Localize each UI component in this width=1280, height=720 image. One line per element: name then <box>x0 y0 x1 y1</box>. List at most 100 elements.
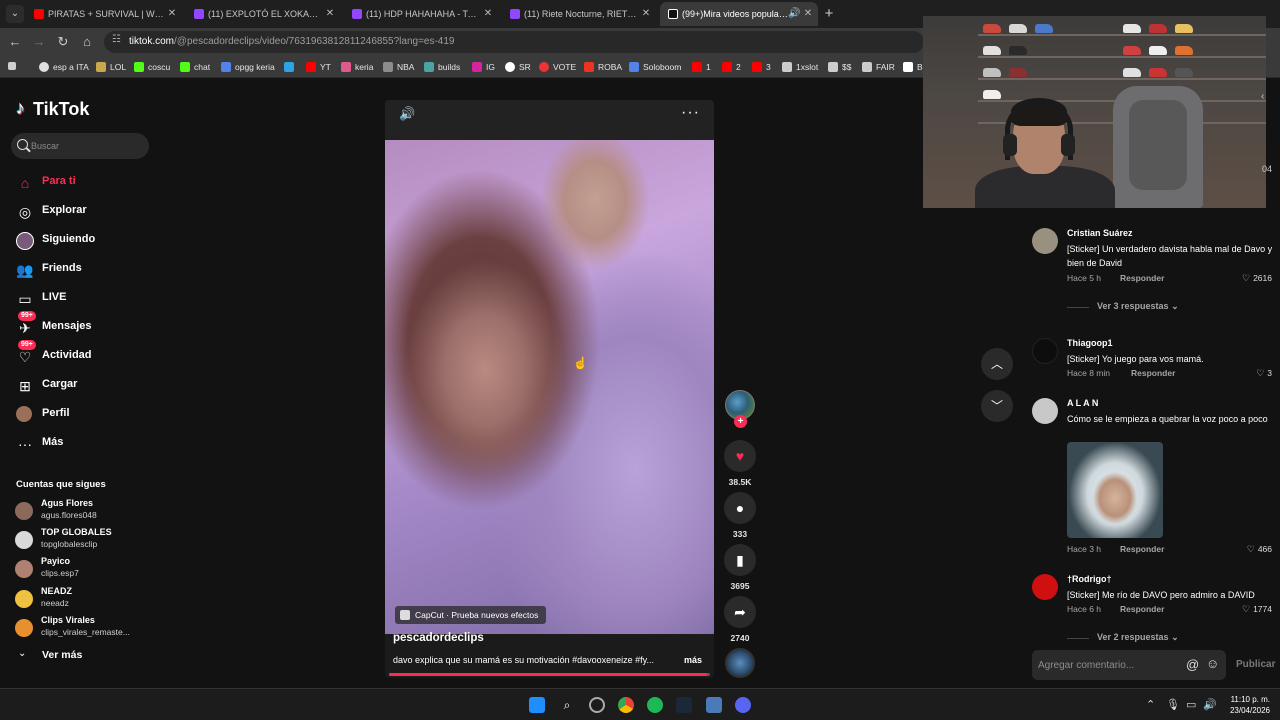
nav-friends[interactable]: 👥 Friends <box>16 259 146 281</box>
nav-messages[interactable]: ✈ 99+ Mensajes <box>16 311 146 339</box>
bookmark-item[interactable]: Soloboom <box>629 60 681 74</box>
bookmark-item[interactable]: LOL <box>96 60 126 74</box>
browser-tab[interactable]: (11) HDP HAHAHAHA - Twitch ✕ <box>344 2 498 26</box>
network-icon[interactable]: ▭ <box>1186 698 1196 711</box>
close-panel-icon[interactable]: ‹ <box>1261 91 1264 102</box>
following-account[interactable]: Payico clips.esp7 <box>15 556 145 582</box>
bookmark-item[interactable]: coscu <box>134 60 170 74</box>
tray-chevron-up-icon[interactable]: ⌃ <box>1146 698 1155 711</box>
comment-like-button[interactable]: ♡ 3 <box>1256 368 1272 379</box>
close-tab-icon[interactable]: ✕ <box>482 2 494 26</box>
comment-input-box[interactable]: @ ☺ <box>1032 650 1226 680</box>
bookmark-item[interactable]: VOTE <box>539 60 576 74</box>
caption-more-button[interactable]: más <box>684 655 702 665</box>
nav-live[interactable]: ▭ LIVE <box>16 288 146 310</box>
following-account[interactable]: NEADZ neeadz <box>15 586 145 612</box>
bookmark-item[interactable]: esp a ITA <box>39 60 89 74</box>
bookmark-item[interactable]: builds <box>424 60 460 74</box>
omnibox[interactable]: ☷ tiktok.com/@pescadordeclips/video/7631… <box>104 31 924 53</box>
video-player[interactable]: 🔊 ··· CapCut · Prueba nuevos efectos pes… <box>385 100 714 678</box>
bookmark-item[interactable]: YT <box>306 60 331 74</box>
bookmark-item[interactable] <box>284 60 298 74</box>
new-tab-button[interactable]: + <box>822 4 836 24</box>
back-arrow-icon[interactable]: ← <box>7 34 23 50</box>
following-account[interactable]: Agus Flores agus.flores048 <box>15 498 145 524</box>
comment-username[interactable]: Thiagoop1 <box>1067 338 1113 348</box>
browser-tab[interactable]: (11) EXPLOTÓ EL XOKAS - Twitc ✕ <box>186 2 340 26</box>
comment-like-button[interactable]: ♡ 1774 <box>1242 604 1272 615</box>
following-account[interactable]: Clips Virales clips_virales_remaste... <box>15 615 145 641</box>
reply-button[interactable]: Responder <box>1120 544 1164 554</box>
following-account[interactable]: TOP GLOBALES topglobalesclip <box>15 527 145 553</box>
bookmark-item[interactable]: ROBA <box>584 60 622 74</box>
avatar[interactable] <box>1032 574 1058 600</box>
music-disc-icon[interactable] <box>725 648 755 678</box>
share-button[interactable]: ➦ <box>724 596 756 628</box>
post-comment-button[interactable]: Publicar <box>1236 659 1275 670</box>
more-options-icon[interactable]: ··· <box>681 104 700 122</box>
mention-icon[interactable]: @ <box>1186 657 1199 672</box>
chrome-icon[interactable] <box>618 697 634 713</box>
nav-explore[interactable]: ◎ Explorar <box>16 201 146 223</box>
view-replies-button[interactable]: Ver 2 respuestas ⌄ <box>1067 632 1179 643</box>
spotify-icon[interactable] <box>647 697 663 713</box>
bookmark-item[interactable]: NBA <box>383 60 414 74</box>
system-clock[interactable]: 11:10 p. m. 23/04/2026 <box>1226 694 1270 716</box>
video-author[interactable]: pescadordeclips <box>393 632 484 644</box>
capcut-effect-tag[interactable]: CapCut · Prueba nuevos efectos <box>395 606 547 624</box>
notepad-icon[interactable] <box>706 697 722 713</box>
site-info-icon[interactable]: ☷ <box>112 34 121 45</box>
bookmark-item[interactable]: 3 <box>752 60 771 74</box>
nav-more[interactable]: ··· Más <box>16 433 146 455</box>
view-replies-button[interactable]: Ver 3 respuestas ⌄ <box>1067 301 1179 312</box>
previous-video-button[interactable]: ︿ <box>981 348 1013 380</box>
comment-like-button[interactable]: ♡ 2616 <box>1242 273 1272 284</box>
microphone-icon[interactable]: 🎙 <box>1166 698 1180 711</box>
bookmark-item[interactable]: chat <box>180 60 210 74</box>
search-input[interactable] <box>31 138 141 154</box>
comment-username[interactable]: †Rodrigo† <box>1067 574 1112 584</box>
bookmark-item[interactable]: 1xslot <box>782 60 818 74</box>
comment-button[interactable]: ● <box>724 492 756 524</box>
next-video-button[interactable]: ﹀ <box>981 390 1013 422</box>
bookmark-item[interactable]: SR <box>505 60 531 74</box>
close-tab-icon[interactable]: ✕ <box>166 2 178 26</box>
bookmark-item[interactable]: IG <box>472 60 495 74</box>
bookmark-item[interactable]: FAIR <box>862 60 895 74</box>
url-text[interactable]: tiktok.com/@pescadordeclips/video/763196… <box>129 36 454 47</box>
volume-icon[interactable]: 🔊 <box>399 106 415 122</box>
save-button[interactable]: ▮ <box>724 544 756 576</box>
emoji-icon[interactable]: ☺ <box>1206 656 1219 671</box>
follow-plus-icon[interactable]: + <box>734 415 747 428</box>
nav-activity[interactable]: ♡ 99+ Actividad <box>16 340 146 368</box>
nav-following[interactable]: Siguiendo <box>16 230 146 252</box>
volume-icon[interactable]: 🔊 <box>1203 698 1217 711</box>
video-frame[interactable] <box>385 140 714 634</box>
tab-search-button[interactable]: ⌄ <box>6 5 24 23</box>
avatar[interactable] <box>1032 338 1058 364</box>
home-icon[interactable]: ⌂ <box>79 34 95 50</box>
search-icon[interactable]: ⌕ <box>559 697 575 713</box>
avatar[interactable] <box>1032 398 1058 424</box>
bookmark-item[interactable]: keria <box>341 60 373 74</box>
reload-icon[interactable]: ↻ <box>55 34 71 50</box>
comment-username[interactable]: Cristian Suárez <box>1067 228 1133 238</box>
comment-like-button[interactable]: ♡ 466 <box>1247 544 1272 555</box>
search-box[interactable] <box>11 133 149 159</box>
bookmark-item[interactable]: 2 <box>722 60 741 74</box>
apps-grid-icon[interactable] <box>8 60 18 74</box>
nav-for-you[interactable]: ⌂ Para ti <box>16 172 146 194</box>
bookmark-item[interactable]: opgg keria <box>221 60 275 74</box>
avatar[interactable] <box>1032 228 1058 254</box>
windows-start-icon[interactable] <box>529 697 545 713</box>
nav-profile[interactable]: Perfil <box>16 404 146 426</box>
bookmark-item[interactable]: 1 <box>692 60 711 74</box>
bookmark-item[interactable]: B <box>903 60 923 74</box>
app-icon[interactable] <box>589 697 605 713</box>
bookmark-item[interactable]: $$ <box>828 60 851 74</box>
close-tab-icon[interactable]: ✕ <box>640 2 652 26</box>
browser-tab[interactable]: (11) Riete Nocturne, RIETE ! xdd ✕ <box>502 2 656 26</box>
comment-username[interactable]: A L A N <box>1067 398 1098 408</box>
close-tab-icon[interactable]: ✕ <box>802 2 814 26</box>
forward-arrow-icon[interactable]: → <box>31 34 47 50</box>
